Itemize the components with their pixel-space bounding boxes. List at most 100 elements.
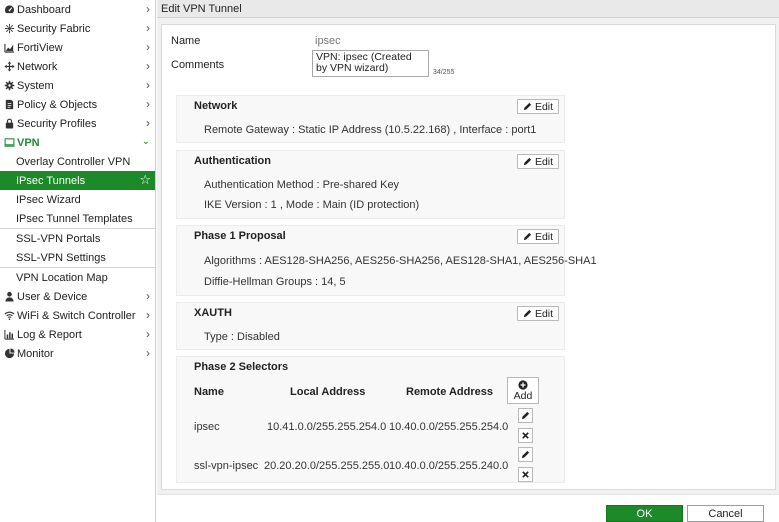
footer-bar: OK Cancel (157, 494, 779, 522)
sidebar-item-security-profiles[interactable]: Security Profiles › (0, 114, 155, 133)
sidebar-item-network[interactable]: Network › (0, 57, 155, 76)
xauth-section: XAUTH Edit Type : Disabled (176, 302, 565, 350)
sidebar-subitem-vpn-location-map[interactable]: VPN Location Map (0, 268, 155, 287)
close-icon (522, 432, 529, 439)
selector-name: ipsec (194, 421, 220, 433)
policy-icon (3, 99, 15, 111)
edit-authentication-button[interactable]: Edit (517, 154, 559, 169)
cancel-button[interactable]: Cancel (687, 505, 764, 522)
comments-field[interactable]: VPN: ipsec (Created by VPN wizard) (312, 50, 429, 77)
authentication-section: Authentication Edit Authentication Metho… (176, 150, 565, 219)
sidebar-subitem-ipsec-tunnels[interactable]: IPsec Tunnels ☆ (0, 171, 155, 190)
algorithms: Algorithms : AES128-SHA256, AES256-SHA25… (204, 255, 597, 267)
pencil-icon (523, 157, 532, 166)
user-icon (3, 291, 15, 303)
sidebar-item-label: Log & Report (17, 328, 82, 341)
selector-remote-address: 10.40.0.0/255.255.254.0 (389, 421, 509, 433)
sidebar-subitem-label: SSL-VPN Portals (16, 232, 101, 245)
monitor-icon (3, 137, 15, 149)
sidebar-item-dashboard[interactable]: Dashboard › (0, 0, 155, 19)
sidebar-item-user-device[interactable]: User & Device › (0, 287, 155, 306)
column-header-remote-address: Remote Address (406, 386, 494, 398)
sidebar-item-label: Network (17, 60, 58, 73)
name-label: Name (171, 35, 201, 47)
xauth-type: Type : Disabled (204, 331, 280, 343)
selector-local-address: 20.20.20.0/255.255.255.0 (264, 460, 390, 472)
chart-icon (3, 329, 15, 341)
add-label: Add (513, 389, 533, 402)
edit-xauth-button[interactable]: Edit (517, 306, 559, 321)
chevron-right-icon: › (146, 97, 150, 111)
ok-button[interactable]: OK (606, 505, 683, 522)
chevron-right-icon: › (146, 116, 150, 130)
pencil-icon (523, 102, 532, 111)
pencil-icon (521, 411, 530, 420)
sidebar-subitem-label: IPsec Wizard (16, 193, 81, 206)
chevron-right-icon: › (146, 21, 150, 35)
delete-selector-button[interactable] (518, 428, 533, 443)
edit-selector-button[interactable] (518, 447, 533, 462)
selector-name: ssl-vpn-ipsec (194, 460, 259, 472)
phase2-section: Phase 2 Selectors Name Local Address Rem… (176, 356, 565, 483)
chevron-right-icon: › (146, 40, 150, 54)
chevron-right-icon: › (146, 327, 150, 341)
chevron-down-icon: ⌄ (141, 136, 150, 147)
sidebar-item-policy-objects[interactable]: Policy & Objects › (0, 95, 155, 114)
chevron-right-icon: › (146, 2, 150, 16)
name-value: ipsec (315, 35, 341, 47)
sidebar-item-monitor[interactable]: Monitor › (0, 344, 155, 363)
section-title: Phase 2 Selectors (194, 361, 289, 373)
sidebar-subitem-overlay-controller-vpn[interactable]: Overlay Controller VPN (0, 152, 155, 171)
column-header-name: Name (194, 386, 224, 398)
sidebar-subitem-ipsec-wizard[interactable]: IPsec Wizard (0, 190, 155, 209)
add-selector-button[interactable]: Add (507, 377, 539, 404)
chevron-right-icon: › (146, 289, 150, 303)
dashboard-icon (3, 4, 15, 16)
sidebar-item-security-fabric[interactable]: Security Fabric › (0, 19, 155, 38)
sidebar-subitem-label: IPsec Tunnel Templates (16, 212, 133, 225)
sidebar-subitem-ipsec-tunnel-templates[interactable]: IPsec Tunnel Templates (0, 209, 155, 228)
edit-phase1-button[interactable]: Edit (517, 229, 559, 244)
section-title: XAUTH (194, 307, 232, 319)
phase1-section: Phase 1 Proposal Edit Algorithms : AES12… (176, 225, 597, 296)
chevron-right-icon: › (146, 308, 150, 322)
sidebar-item-label: WiFi & Switch Controller (17, 309, 136, 322)
edit-network-button[interactable]: Edit (517, 99, 559, 114)
sidebar-item-vpn[interactable]: VPN ⌄ (0, 133, 155, 152)
gear-icon (3, 80, 15, 92)
security-fabric-icon (3, 23, 15, 35)
edit-selector-button[interactable] (518, 408, 533, 423)
page-header: Edit VPN Tunnel (157, 0, 779, 18)
sidebar-item-label: Policy & Objects (17, 98, 98, 111)
chevron-right-icon: › (146, 78, 150, 92)
network-detail: Remote Gateway : Static IP Address (10.5… (204, 124, 537, 136)
sidebar-item-label: User & Device (17, 290, 88, 303)
section-title: Authentication (194, 155, 271, 167)
edit-label: Edit (534, 100, 554, 113)
column-header-local-address: Local Address (290, 386, 366, 398)
sidebar-item-log-report[interactable]: Log & Report › (0, 325, 155, 344)
sidebar-item-system[interactable]: System › (0, 76, 155, 95)
chevron-right-icon: › (146, 59, 150, 73)
sidebar-subitem-label: VPN Location Map (16, 271, 108, 284)
plus-circle-icon (518, 379, 528, 390)
close-icon (522, 471, 529, 478)
sidebar-subitem-ssl-vpn-settings[interactable]: SSL-VPN Settings (0, 248, 155, 267)
sidebar-subitem-ssl-vpn-portals[interactable]: SSL-VPN Portals (0, 229, 155, 248)
pencil-icon (521, 450, 530, 459)
auth-method: Authentication Method : Pre-shared Key (204, 179, 400, 191)
edit-label: Edit (534, 155, 554, 168)
delete-selector-button[interactable] (518, 467, 533, 482)
sidebar-item-fortiview[interactable]: FortiView › (0, 38, 155, 57)
network-icon (3, 61, 15, 73)
sidebar-item-label: VPN (17, 136, 40, 149)
sidebar-item-wifi-switch[interactable]: WiFi & Switch Controller › (0, 306, 155, 325)
selector-local-address: 10.41.0.0/255.255.254.0 (267, 421, 387, 433)
char-count: 34/255 (433, 69, 455, 76)
selector-remote-address: 10.40.0.0/255.255.240.0 (389, 460, 509, 472)
section-title: Phase 1 Proposal (194, 230, 286, 242)
star-icon[interactable]: ☆ (139, 172, 151, 188)
wifi-icon (3, 310, 15, 322)
sidebar-item-label: Dashboard (17, 3, 71, 16)
sidebar-subitem-label: IPsec Tunnels (16, 174, 86, 187)
